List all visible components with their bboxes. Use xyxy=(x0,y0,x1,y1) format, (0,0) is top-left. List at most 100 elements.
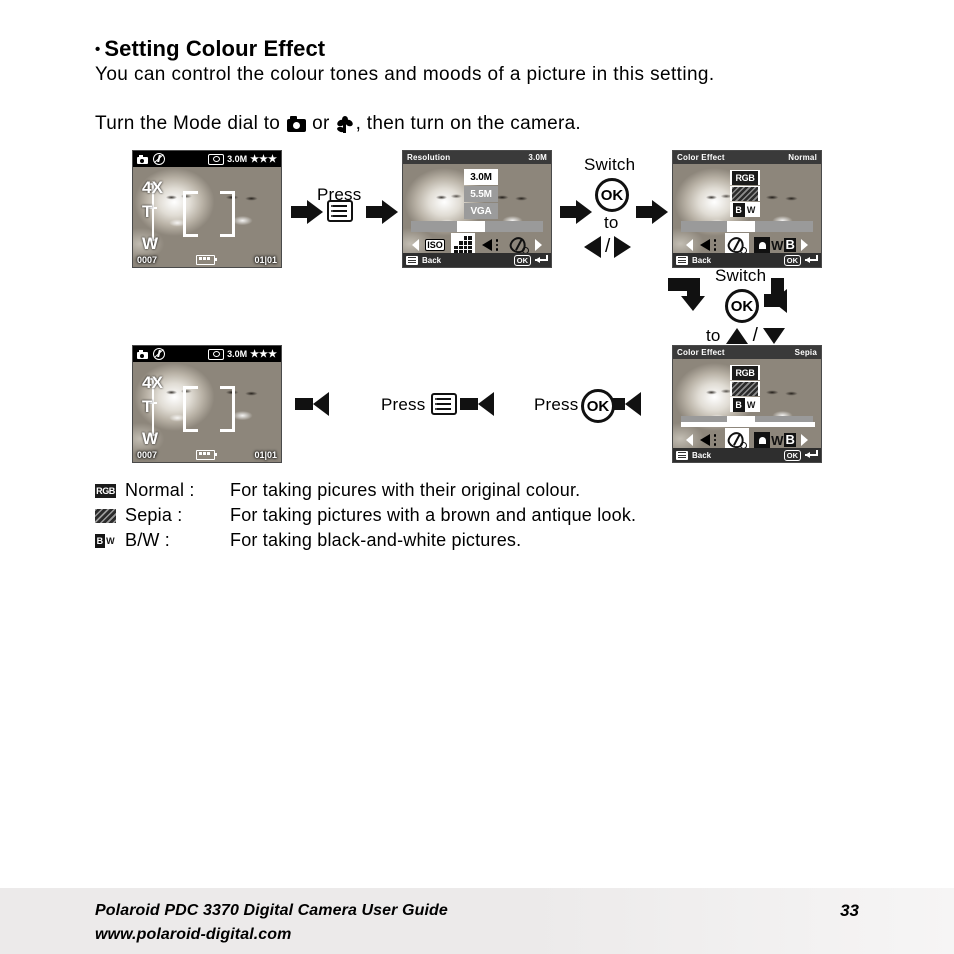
option-sepia[interactable] xyxy=(730,381,760,396)
zoom-label-top: 4X xyxy=(142,178,164,197)
bullet-marker: • xyxy=(95,41,101,58)
nav-right-arrow-icon[interactable] xyxy=(801,239,808,251)
lcd-status-bar-bottom: 0007 01|01 xyxy=(133,447,281,462)
colour-effect-option-list[interactable]: RGB BW xyxy=(730,170,760,218)
lcd-status-bar-bottom: 0007 01|01 xyxy=(133,252,281,267)
zoom-label-bottom: W xyxy=(142,234,159,253)
menu-button-icon[interactable] xyxy=(676,255,688,265)
quality-stars: ★★★ xyxy=(250,153,277,165)
option-bw[interactable]: BW xyxy=(730,202,760,217)
ok-button-icon-2: OK xyxy=(725,289,759,323)
focus-brackets xyxy=(183,386,235,432)
zoom-label-top: 4X xyxy=(142,373,164,392)
camera-mode-icon xyxy=(137,349,148,359)
resolution-value: 3.0M xyxy=(227,349,248,359)
press-ok-label: Press xyxy=(534,395,579,414)
nav-left-arrow-icon[interactable] xyxy=(686,239,693,251)
zoom-label-bottom: W xyxy=(142,429,159,448)
lcd-colour-effect-normal: Color Effect Normal RGB BW W B Back OK xyxy=(672,150,822,268)
bw-icon: BW xyxy=(95,533,116,548)
menu-selection-band xyxy=(411,221,543,232)
menu-title: Color Effect xyxy=(677,153,725,162)
zoom-label-mid: T xyxy=(142,397,153,416)
arrow-up-icon xyxy=(725,328,748,344)
arrow-left-icon xyxy=(584,236,601,258)
focus-brackets xyxy=(183,191,235,237)
switch-to-label-2: to xyxy=(706,326,721,345)
arrow-down-icon xyxy=(762,328,785,344)
camera-mode-icon xyxy=(137,154,148,164)
battery-icon xyxy=(196,449,218,460)
zoom-label-mid: T xyxy=(142,202,153,221)
option-rgb[interactable]: RGB xyxy=(730,170,760,185)
back-label[interactable]: Back xyxy=(692,451,711,460)
page-subtitle: You can control the colour tones and moo… xyxy=(95,64,715,85)
menu-button-icon[interactable] xyxy=(406,255,418,265)
menu-action-bar: Back OK xyxy=(403,253,551,267)
menu-title-bar: Color Effect Normal xyxy=(673,151,821,164)
menu-current-value: Sepia xyxy=(794,348,817,357)
resolution-option-list[interactable]: 3.0M 5.5M VGA xyxy=(464,169,498,220)
lcd-shooting-screen-bottom: 3.0M ★★★ 4X T W 0007 01|01 xyxy=(132,345,282,463)
menu-title-bar: Color Effect Sepia xyxy=(673,346,821,359)
ok-badge[interactable]: OK xyxy=(783,254,801,266)
lcd-shooting-screen-top: 3.0M ★★★ 4X T W 0007 01|01 xyxy=(132,150,282,268)
metering-icon xyxy=(208,153,225,165)
lcd-status-bar-top: 3.0M ★★★ xyxy=(133,346,281,362)
footer-website: www.polaroid-digital.com xyxy=(95,926,292,943)
legend-row: BW B/W : For taking black-and-white pict… xyxy=(95,528,855,553)
menu-action-bar: Back OK xyxy=(673,448,821,462)
frame-counter: 01|01 xyxy=(254,449,278,460)
resolution-value: 3.0M xyxy=(227,154,248,164)
page-footer: Polaroid PDC 3370 Digital Camera User Gu… xyxy=(0,888,954,954)
legend-name: Normal : xyxy=(125,480,195,500)
page-title-text: Setting Colour Effect xyxy=(104,36,326,61)
ok-badge[interactable]: OK xyxy=(513,254,531,266)
nav-right-arrow-icon[interactable] xyxy=(801,434,808,446)
arrow-right-icon xyxy=(614,236,632,258)
menu-selection-band xyxy=(681,416,815,427)
shots-remaining: 0007 xyxy=(137,254,158,265)
nav-left-arrow-icon[interactable] xyxy=(412,239,419,251)
back-label[interactable]: Back xyxy=(692,256,711,265)
instruction-text-before: Turn the Mode dial to xyxy=(95,113,281,134)
enter-arrow-icon xyxy=(805,255,818,265)
frame-counter: 01|01 xyxy=(254,254,278,265)
page-number: 33 xyxy=(840,901,859,920)
option-vga[interactable]: VGA xyxy=(464,203,498,219)
lcd-status-bar-top: 3.0M ★★★ xyxy=(133,151,281,167)
zoom-indicator: 4X T W xyxy=(142,372,164,448)
option-bw[interactable]: BW xyxy=(730,397,760,412)
nav-right-arrow-icon[interactable] xyxy=(535,239,542,251)
menu-title: Resolution xyxy=(407,153,451,162)
menu-current-value: 3.0M xyxy=(528,153,547,162)
ok-badge[interactable]: OK xyxy=(783,449,801,461)
legend-description: For taking picures with their original c… xyxy=(230,480,581,500)
enter-arrow-icon xyxy=(805,450,818,460)
back-label[interactable]: Back xyxy=(422,256,441,265)
menu-title: Color Effect xyxy=(677,348,725,357)
instruction-line: Turn the Mode dial to or , then turn on … xyxy=(95,113,581,135)
lcd-colour-effect-sepia: Color Effect Sepia RGB BW W B Back OK xyxy=(672,345,822,463)
menu-title-bar: Resolution 3.0M xyxy=(403,151,551,164)
quality-stars: ★★★ xyxy=(250,348,277,360)
switch-to-label-1: to xyxy=(604,213,619,232)
colour-effect-option-list[interactable]: RGB BW xyxy=(730,365,760,413)
up-down-arrow-pair: to / xyxy=(706,325,785,347)
switch-label-2: Switch xyxy=(715,266,767,285)
menu-action-bar: Back OK xyxy=(673,253,821,267)
nav-left-arrow-icon[interactable] xyxy=(686,434,693,446)
option-rgb[interactable]: RGB xyxy=(730,365,760,380)
document-page: • Setting Colour Effect You can control t… xyxy=(0,0,954,954)
legend-description: For taking pictures with a brown and ant… xyxy=(230,505,637,525)
shots-remaining: 0007 xyxy=(137,449,158,460)
switch-label-1: Switch xyxy=(584,155,636,174)
option-5.5m[interactable]: 5.5M xyxy=(464,186,498,202)
slash-separator: / xyxy=(752,325,758,346)
legend-name: B/W : xyxy=(125,530,170,550)
slash-separator: / xyxy=(605,236,611,257)
option-sepia[interactable] xyxy=(730,186,760,201)
menu-button-icon[interactable] xyxy=(676,450,688,460)
flash-off-icon xyxy=(153,348,165,360)
option-3.0m[interactable]: 3.0M xyxy=(464,169,498,185)
